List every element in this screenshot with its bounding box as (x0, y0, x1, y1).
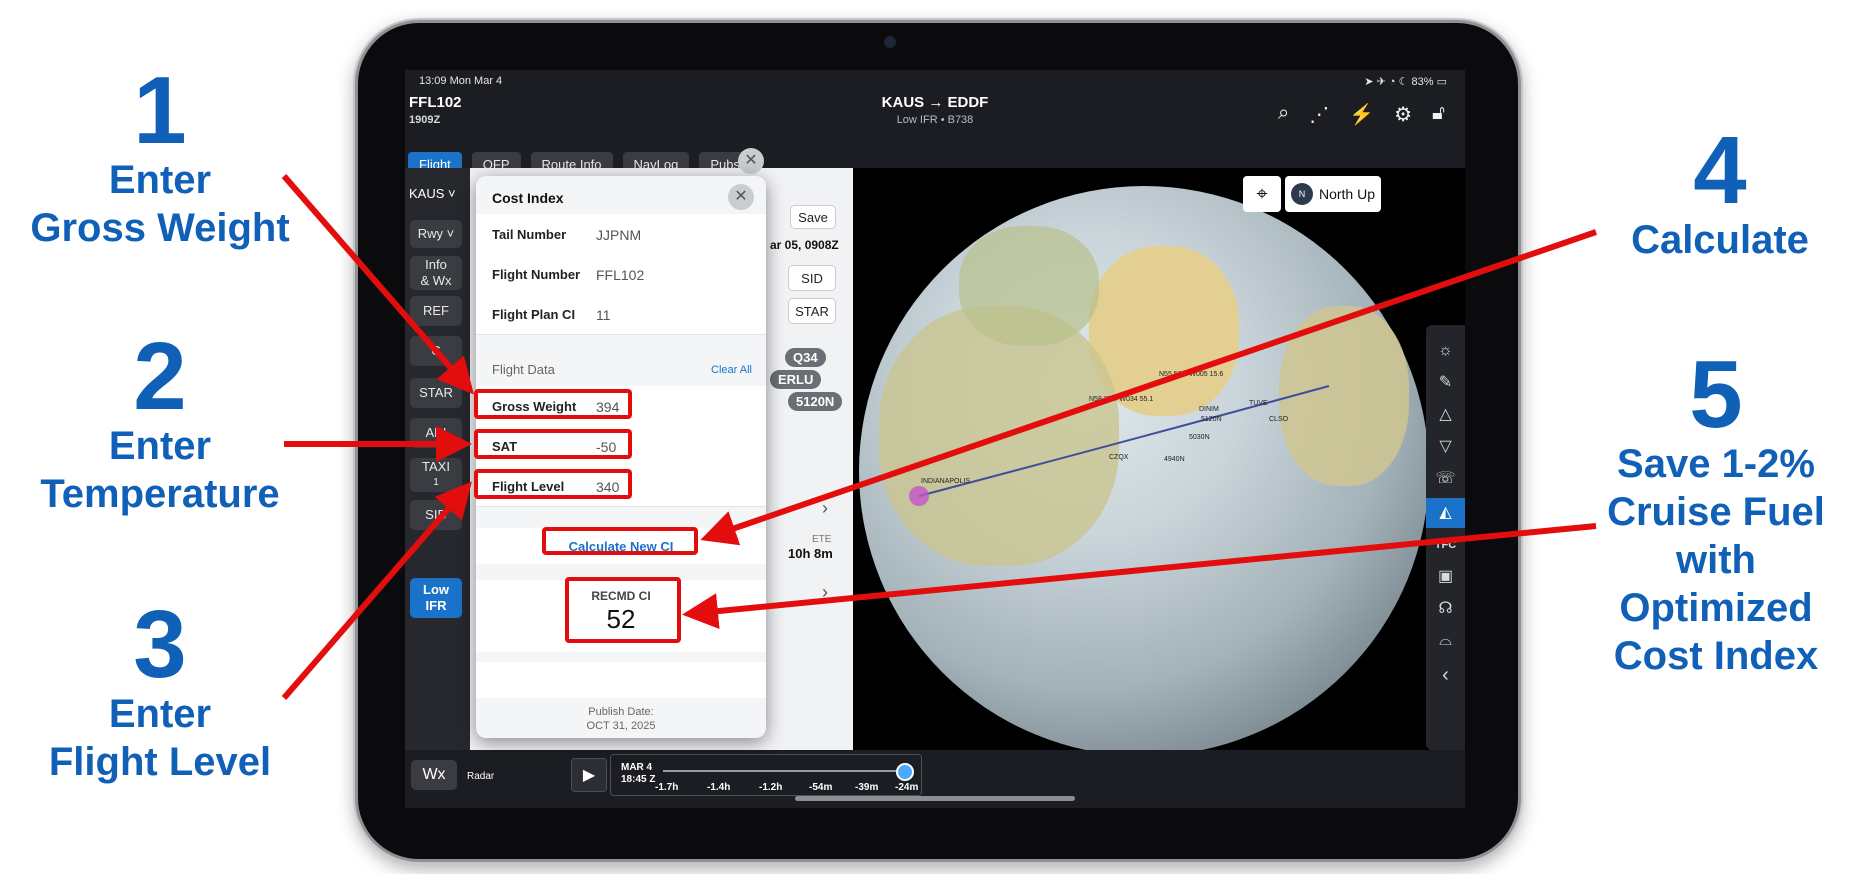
arrow-5 (682, 523, 1597, 630)
arrow-1 (281, 174, 474, 395)
annotation-arrows (281, 174, 1597, 700)
arrow-3 (281, 481, 472, 700)
arrow-4 (700, 229, 1597, 546)
